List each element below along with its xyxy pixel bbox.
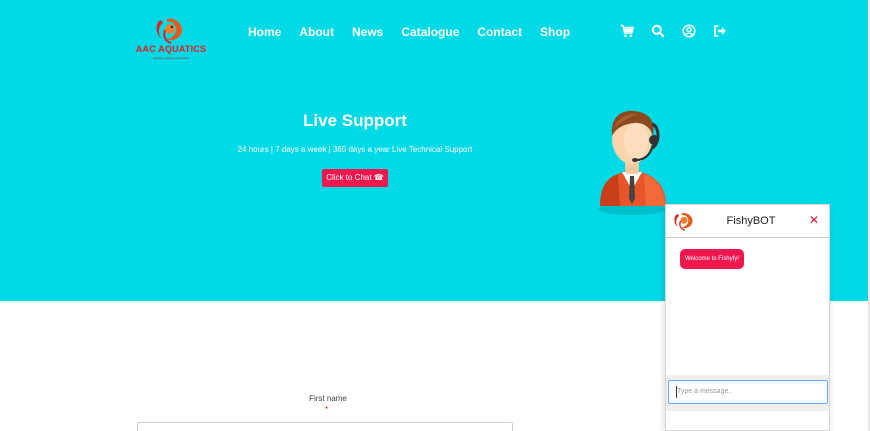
first-name-field[interactable] <box>137 422 513 431</box>
main-nav: Home About News Catalogue Contact Shop <box>248 25 588 39</box>
close-icon[interactable]: ✕ <box>807 213 821 227</box>
chatbot-header: FishyBOT ✕ <box>666 205 829 238</box>
page-title: Live Support <box>303 111 407 130</box>
user-icon[interactable] <box>682 24 696 38</box>
required-marker: * <box>325 405 329 414</box>
fish-logo-icon <box>674 212 693 231</box>
nav-about[interactable]: About <box>299 25 334 39</box>
brand-tagline: aquatic supplies & services <box>152 56 190 60</box>
brand-logo[interactable]: AAC AQUATICS aquatic supplies & services <box>128 16 214 64</box>
nav-news[interactable]: News <box>352 25 383 39</box>
nav-home[interactable]: Home <box>248 25 281 39</box>
click-to-chat-button[interactable]: Click to Chat ☎ <box>322 169 388 187</box>
nav-shop[interactable]: Shop <box>540 25 570 39</box>
nav-icon-group <box>620 24 744 38</box>
brand-name: AAC AQUATICS <box>135 44 207 54</box>
chatbot-title: FishyBOT <box>726 215 776 227</box>
first-name-label: First name <box>309 394 347 403</box>
chatbot-window: FishyBOT ✕ Welcome to Fishyfy! Type a me… <box>665 204 830 431</box>
cart-icon[interactable] <box>620 24 634 38</box>
fish-logo-icon <box>156 18 183 44</box>
logout-icon[interactable] <box>713 24 727 38</box>
nav-contact[interactable]: Contact <box>477 25 522 39</box>
support-agent-illustration <box>598 110 666 215</box>
support-hours-text: 24 hours | 7 days a week | 365 days a ye… <box>237 145 473 154</box>
bot-message-bubble: Welcome to Fishyfy! <box>680 249 744 269</box>
chat-message-input[interactable]: Type a message.. <box>668 380 828 404</box>
search-icon[interactable] <box>651 24 665 38</box>
nav-catalogue[interactable]: Catalogue <box>401 25 459 39</box>
